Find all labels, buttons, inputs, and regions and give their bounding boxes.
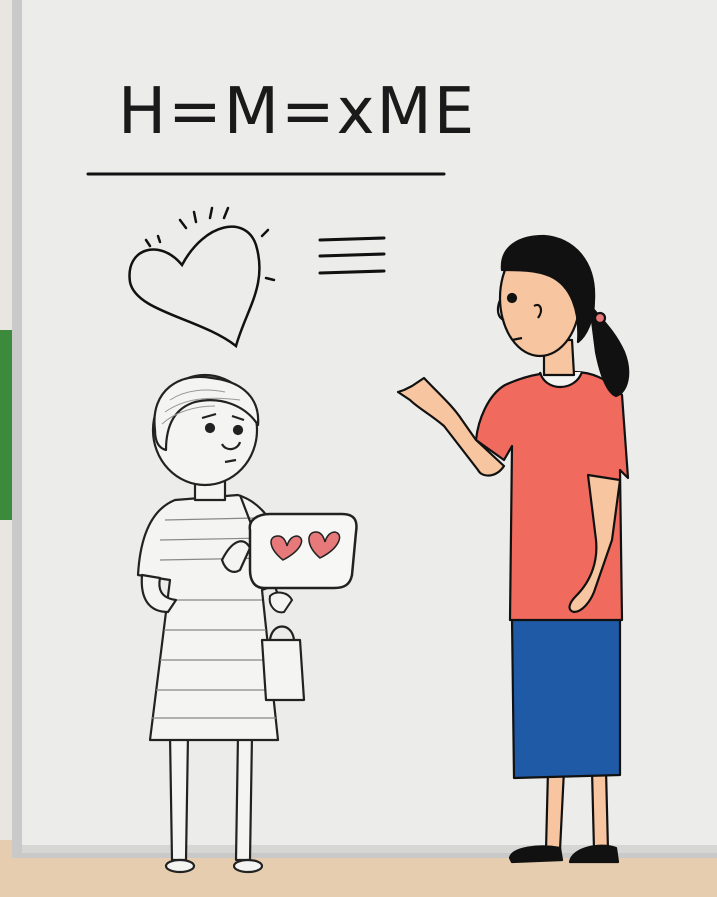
green-wall-panel — [0, 330, 12, 520]
whiteboard-heading: H=M=xME — [118, 75, 477, 149]
scene: H=M=xME — [0, 0, 717, 897]
